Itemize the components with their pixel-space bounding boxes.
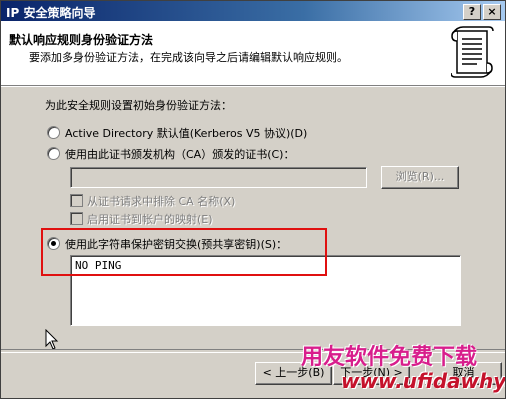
header-divider [1, 86, 505, 87]
wizard-header: 默认响应规则身份验证方法 要添加多身份验证方法，在完成该向导之后请编辑默认响应规… [1, 21, 505, 86]
certificate-field [70, 167, 367, 188]
watermark: 用友软件免费下载 www.ufidawhy.com [301, 339, 505, 398]
title-bar[interactable]: IP 安全策略向导 ? × [1, 1, 505, 21]
watermark-title: 用友软件免费下载 [301, 345, 478, 370]
browse-button: 浏览(R)... [381, 166, 459, 189]
window-title: IP 安全策略向导 [6, 6, 96, 20]
radio-certificate-label[interactable]: 使用由此证书颁发机构（CA）颁发的证书(C)： [65, 146, 294, 162]
red-highlight-box [41, 228, 327, 276]
help-button[interactable]: ? [463, 4, 481, 20]
mouse-cursor-icon [45, 329, 59, 350]
radio-active-directory-label[interactable]: Active Directory 默认值(Kerberos V5 协议)(D) [65, 125, 307, 141]
scroll-icon [451, 26, 494, 78]
radio-certificate[interactable] [47, 147, 60, 160]
watermark-url: www.ufidawhy.com [341, 369, 505, 393]
page-subtitle: 要添加多身份验证方法，在完成该向导之后请编辑默认响应规则。 [29, 51, 348, 64]
cert-mapping-label: 启用证书到帐户的映射(E) [87, 213, 213, 226]
auth-method-prompt: 为此安全规则设置初始身份验证方法： [45, 99, 232, 112]
exclude-ca-checkbox [70, 194, 83, 207]
close-button[interactable]: × [483, 4, 501, 20]
radio-active-directory[interactable] [47, 126, 60, 139]
exclude-ca-label: 从证书请求中排除 CA 名称(X) [87, 195, 236, 208]
cert-mapping-checkbox [70, 212, 83, 225]
page-title: 默认响应规则身份验证方法 [9, 33, 154, 47]
wizard-window: IP 安全策略向导 ? × 默认响应规则身份验证方法 要添加多身份验证方法，在完… [0, 0, 506, 399]
